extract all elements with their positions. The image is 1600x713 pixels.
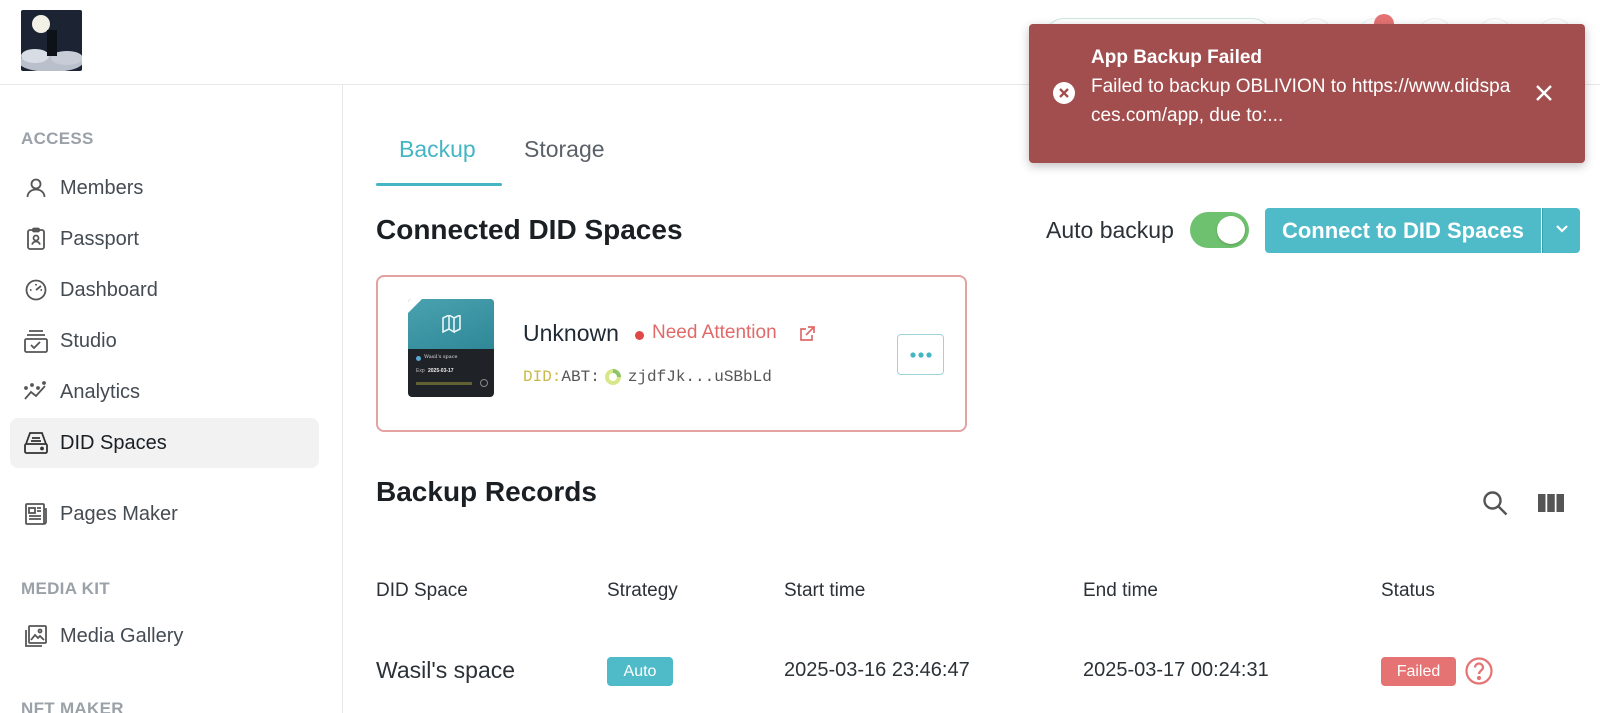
more-options-button[interactable] [897, 334, 944, 375]
sidebar-section-media-kit: MEDIA KIT [21, 579, 110, 598]
did-prefix: DID: [523, 368, 562, 386]
gallery-icon [22, 622, 50, 650]
backup-failed-toast: App Backup Failed Failed to backup OBLIV… [1029, 24, 1585, 163]
newspaper-icon [22, 500, 50, 528]
sidebar-item-label: Dashboard [60, 278, 158, 301]
auto-backup-toggle[interactable] [1190, 212, 1249, 248]
toast-message: Failed to backup OBLIVION to https://www… [1091, 76, 1511, 126]
tab-backup[interactable]: Backup [399, 136, 476, 163]
did-space-name: Unknown [523, 320, 619, 346]
gauge-icon [22, 276, 50, 304]
thumb-exp-date: 2025-03-17 [428, 368, 454, 374]
badge-icon [22, 225, 50, 253]
sidebar: ACCESS Members Passport Dashboard Studio… [0, 85, 343, 713]
column-header-end-time[interactable]: End time [1083, 580, 1158, 602]
sidebar-item-label: Passport [60, 227, 139, 250]
did-space-thumbnail: Wasil's space Exp 2025-03-17 [408, 299, 494, 397]
sidebar-item-studio[interactable]: Studio [10, 316, 319, 366]
sidebar-item-label: Analytics [60, 380, 141, 403]
cell-did-space: Wasil's space [376, 657, 516, 683]
sidebar-section-nft-maker: NFT MAKER [21, 699, 124, 713]
close-icon[interactable] [1532, 81, 1556, 110]
auto-backup-label: Auto backup [1046, 217, 1174, 243]
tab-storage[interactable]: Storage [524, 136, 605, 163]
column-header-strategy[interactable]: Strategy [607, 580, 678, 602]
sidebar-item-dashboard[interactable]: Dashboard [10, 265, 319, 315]
did-avatar-icon [604, 368, 622, 386]
person-icon [22, 174, 50, 202]
active-tab-indicator [376, 183, 502, 186]
did-spaces-logo-icon [442, 315, 461, 334]
search-icon[interactable] [1481, 489, 1509, 517]
sidebar-item-label: Pages Maker [60, 502, 178, 525]
column-header-did-space[interactable]: DID Space [376, 580, 468, 602]
cell-start-time: 2025-03-16 23:46:47 [784, 659, 970, 681]
did-address[interactable]: zjdfJk...uSBbLd [628, 368, 772, 386]
studio-icon [22, 327, 50, 355]
external-link-icon[interactable] [798, 325, 816, 348]
thumb-space-name: Wasil's space [424, 354, 458, 360]
did-type: ABT: [561, 368, 600, 386]
more-horizontal-icon [909, 346, 933, 364]
backup-records-title: Backup Records [376, 476, 597, 507]
sidebar-item-label: Members [60, 176, 144, 199]
sidebar-item-members[interactable]: Members [10, 163, 319, 213]
analytics-icon [22, 378, 50, 406]
app-logo[interactable] [21, 10, 82, 71]
strategy-badge: Auto [607, 657, 673, 686]
help-circle-icon[interactable] [1464, 656, 1494, 691]
error-circle-icon [1052, 81, 1076, 110]
toast-title: App Backup Failed [1091, 47, 1263, 68]
sidebar-item-did-spaces[interactable]: DID Spaces [10, 418, 319, 468]
drive-icon [22, 429, 50, 457]
chevron-down-icon [1553, 219, 1571, 242]
sidebar-item-label: DID Spaces [60, 431, 167, 454]
sidebar-item-label: Studio [60, 329, 117, 352]
columns-icon[interactable] [1537, 489, 1565, 517]
cell-end-time: 2025-03-17 00:24:31 [1083, 659, 1269, 681]
attention-dot [635, 331, 644, 340]
sidebar-item-passport[interactable]: Passport [10, 214, 319, 264]
did-address-row: DID: ABT: zjdfJk...uSBbLd [523, 368, 772, 386]
sidebar-item-media-gallery[interactable]: Media Gallery [10, 611, 319, 661]
sidebar-item-label: Media Gallery [60, 624, 184, 647]
connect-did-spaces-button[interactable]: Connect to DID Spaces [1265, 208, 1541, 253]
toggle-knob [1217, 216, 1245, 244]
column-header-status[interactable]: Status [1381, 580, 1435, 602]
need-attention-link[interactable]: Need Attention [652, 322, 777, 344]
did-space-card: Wasil's space Exp 2025-03-17 Unknown Nee… [376, 275, 967, 432]
column-header-start-time[interactable]: Start time [784, 580, 865, 602]
thumb-exp-label: Exp [416, 368, 425, 374]
sidebar-item-analytics[interactable]: Analytics [10, 367, 319, 417]
status-badge: Failed [1381, 657, 1456, 686]
sidebar-item-pages-maker[interactable]: Pages Maker [10, 489, 319, 539]
connected-spaces-title: Connected DID Spaces [376, 214, 683, 245]
sidebar-section-access: ACCESS [21, 129, 94, 148]
connect-dropdown-button[interactable] [1542, 208, 1580, 253]
